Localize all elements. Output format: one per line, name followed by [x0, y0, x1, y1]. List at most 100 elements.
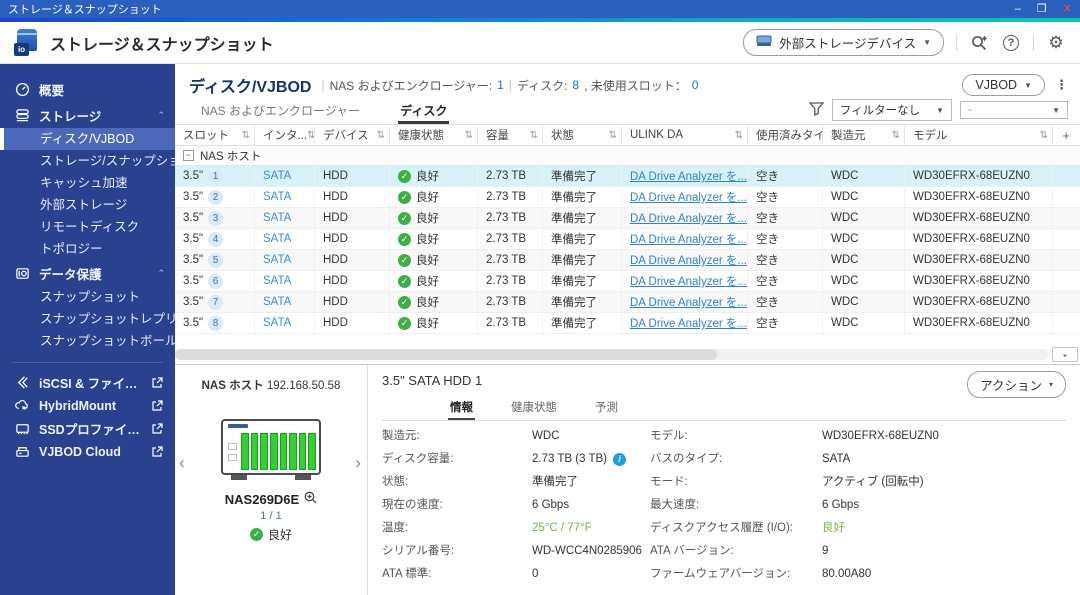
sidebar-subitem-protection[interactable]: スナップショットレプリカ: [0, 308, 175, 330]
sidebar-item-overview[interactable]: 概要: [0, 76, 175, 102]
sort-icon[interactable]: ⇅: [892, 130, 900, 141]
slot-size: 3.5": [183, 170, 203, 182]
external-storage-device-button[interactable]: 外部ストレージデバイス ▼: [743, 29, 944, 56]
sidebar-section-data-protection[interactable]: データ保護 ⌃: [0, 260, 175, 286]
model: WD30EFRX-68EUZN0: [905, 229, 1053, 249]
disk-table-row[interactable]: 3.5"2 SATA HDD ✓良好 2.73 TB 準備完了 DA Drive…: [175, 187, 1080, 208]
column-header-health[interactable]: 健康状態⇅: [390, 125, 478, 145]
ulink-da-link[interactable]: DA Drive Analyzer を...: [622, 313, 748, 333]
sidebar-subitem-storage[interactable]: 外部ストレージ: [0, 194, 175, 216]
more-options-icon[interactable]: ⋮: [1055, 77, 1068, 93]
vjbod-button[interactable]: VJBOD ▼: [962, 74, 1045, 96]
filter-funnel-icon[interactable]: [809, 102, 824, 119]
tab-disk[interactable]: ディスク: [398, 98, 449, 124]
device-type: HDD: [315, 229, 390, 249]
scrollbar-track[interactable]: [175, 349, 1049, 360]
interface-link[interactable]: SATA: [255, 208, 315, 228]
tab-nas-enclosure[interactable]: NAS およびエンクロージャー: [199, 98, 362, 124]
ulink-da-link[interactable]: DA Drive Analyzer を...: [622, 187, 748, 207]
interface-link[interactable]: SATA: [255, 292, 315, 312]
carousel-pagination: 1 / 1: [175, 510, 367, 522]
sort-icon[interactable]: ⇅: [465, 130, 473, 141]
ulink-da-link[interactable]: DA Drive Analyzer を...: [622, 250, 748, 270]
disk-status: 準備完了: [543, 166, 622, 186]
disk-table-row[interactable]: 3.5"1 SATA HDD ✓良好 2.73 TB 準備完了 DA Drive…: [175, 166, 1080, 187]
sidebar-subitem-storage[interactable]: トポロジー: [0, 238, 175, 260]
interface-link[interactable]: SATA: [255, 271, 315, 291]
sidebar-subitem-storage[interactable]: キャッシュ加速: [0, 172, 175, 194]
sidebar-item-hybridmount[interactable]: HybridMount: [0, 394, 175, 417]
carousel-next-icon[interactable]: ›: [355, 453, 361, 473]
disk-table-row[interactable]: 3.5"7 SATA HDD ✓良好 2.73 TB 準備完了 DA Drive…: [175, 292, 1080, 313]
tab-info[interactable]: 情報: [448, 397, 475, 420]
ulink-da-link[interactable]: DA Drive Analyzer を...: [622, 271, 748, 291]
disk-table-row[interactable]: 3.5"6 SATA HDD ✓良好 2.73 TB 準備完了 DA Drive…: [175, 271, 1080, 292]
collapse-panel-button[interactable]: ⌄⌄: [1052, 347, 1078, 362]
column-header-capacity[interactable]: 容量⇅: [478, 125, 543, 145]
health-status: 良好: [416, 294, 439, 310]
disk-table-row[interactable]: 3.5"8 SATA HDD ✓良好 2.73 TB 準備完了 DA Drive…: [175, 313, 1080, 334]
column-header-slot[interactable]: スロット⇅: [175, 125, 255, 145]
zoom-in-icon[interactable]: [304, 491, 317, 507]
sidebar: 概要 ストレージ ⌃ ディスク/VJBOD ストレージ/スナップショ... キャ…: [0, 64, 175, 595]
interface-link[interactable]: SATA: [255, 166, 315, 186]
sidebar-item-vjbod-cloud[interactable]: VJBOD Cloud: [0, 440, 175, 463]
column-header-manufacturer[interactable]: 製造元⇅: [823, 125, 905, 145]
slot-number-badge: 3: [208, 211, 223, 226]
column-header-device[interactable]: デバイス⇅: [315, 125, 390, 145]
sort-icon[interactable]: ⇅: [307, 130, 315, 141]
sidebar-item-ssd-profiling[interactable]: SSDプロファイリン...: [0, 417, 175, 440]
action-button[interactable]: アクション ▾: [967, 371, 1066, 398]
sort-icon[interactable]: ⇅: [242, 130, 250, 141]
tab-health[interactable]: 健康状態: [509, 397, 559, 420]
settings-gear-icon[interactable]: ⚙: [1046, 33, 1066, 53]
sort-icon[interactable]: ⇅: [377, 130, 385, 141]
disk-table-row[interactable]: 3.5"4 SATA HDD ✓良好 2.73 TB 準備完了 DA Drive…: [175, 229, 1080, 250]
ulink-da-link[interactable]: DA Drive Analyzer を...: [622, 292, 748, 312]
filter-select[interactable]: フィルターなし ▼: [832, 99, 952, 121]
close-button[interactable]: ✕: [1063, 0, 1072, 18]
column-header-ulink[interactable]: ULINK DA⇅: [622, 125, 748, 145]
carousel-prev-icon[interactable]: ‹: [179, 453, 185, 473]
manufacturer: WDC: [823, 292, 905, 312]
magnifier-sparkle-icon[interactable]: [969, 33, 989, 53]
column-header-model[interactable]: モデル⇅: [905, 125, 1053, 145]
health-status: 良好: [416, 231, 439, 247]
add-column-button[interactable]: +: [1053, 125, 1080, 145]
nas-illustration[interactable]: [221, 419, 321, 475]
sidebar-item-iscsi-fibre[interactable]: iSCSI & ファイバー...: [0, 371, 175, 394]
ulink-da-link[interactable]: DA Drive Analyzer を...: [622, 166, 748, 186]
sidebar-section-storage[interactable]: ストレージ ⌃: [0, 102, 175, 128]
disk-table-row[interactable]: 3.5"3 SATA HDD ✓良好 2.73 TB 準備完了 DA Drive…: [175, 208, 1080, 229]
sidebar-subitem-storage[interactable]: ストレージ/スナップショ...: [0, 150, 175, 172]
help-icon[interactable]: ?: [1001, 33, 1021, 53]
disk-table-row[interactable]: 3.5"5 SATA HDD ✓良好 2.73 TB 準備完了 DA Drive…: [175, 250, 1080, 271]
maximize-button[interactable]: ❐: [1037, 0, 1047, 18]
sidebar-subitem-protection[interactable]: スナップショット: [0, 286, 175, 308]
sort-icon[interactable]: ⇅: [1040, 130, 1048, 141]
column-header-status[interactable]: 状態⇅: [543, 125, 622, 145]
ulink-da-link[interactable]: DA Drive Analyzer を...: [622, 208, 748, 228]
sidebar-subitem-protection[interactable]: スナップショットボールト: [0, 330, 175, 352]
sidebar-subitem-storage[interactable]: ディスク/VJBOD: [0, 128, 175, 150]
status-value: 準備完了: [532, 471, 650, 494]
interface-link[interactable]: SATA: [255, 229, 315, 249]
scrollbar-thumb[interactable]: [175, 349, 717, 360]
minimize-button[interactable]: –: [1015, 0, 1021, 18]
sidebar-subitem-storage[interactable]: リモートディスク: [0, 216, 175, 238]
tab-prediction[interactable]: 予測: [593, 397, 620, 420]
model-value: WD30EFRX-68EUZN0: [822, 425, 1066, 448]
sort-icon[interactable]: ⇅: [530, 130, 538, 141]
interface-link[interactable]: SATA: [255, 250, 315, 270]
interface-link[interactable]: SATA: [255, 187, 315, 207]
sort-icon[interactable]: ⇅: [735, 130, 743, 141]
column-header-used-type[interactable]: 使用済みタイ...: [748, 125, 823, 145]
interface-link[interactable]: SATA: [255, 313, 315, 333]
collapse-group-icon[interactable]: −: [183, 150, 194, 161]
used-type: 空き: [748, 187, 823, 207]
filter-select-secondary[interactable]: - ▼: [960, 101, 1068, 119]
info-icon[interactable]: i: [613, 453, 626, 466]
sort-icon[interactable]: ⇅: [609, 130, 617, 141]
column-header-interface[interactable]: インタ...⇅: [255, 125, 315, 145]
ulink-da-link[interactable]: DA Drive Analyzer を...: [622, 229, 748, 249]
